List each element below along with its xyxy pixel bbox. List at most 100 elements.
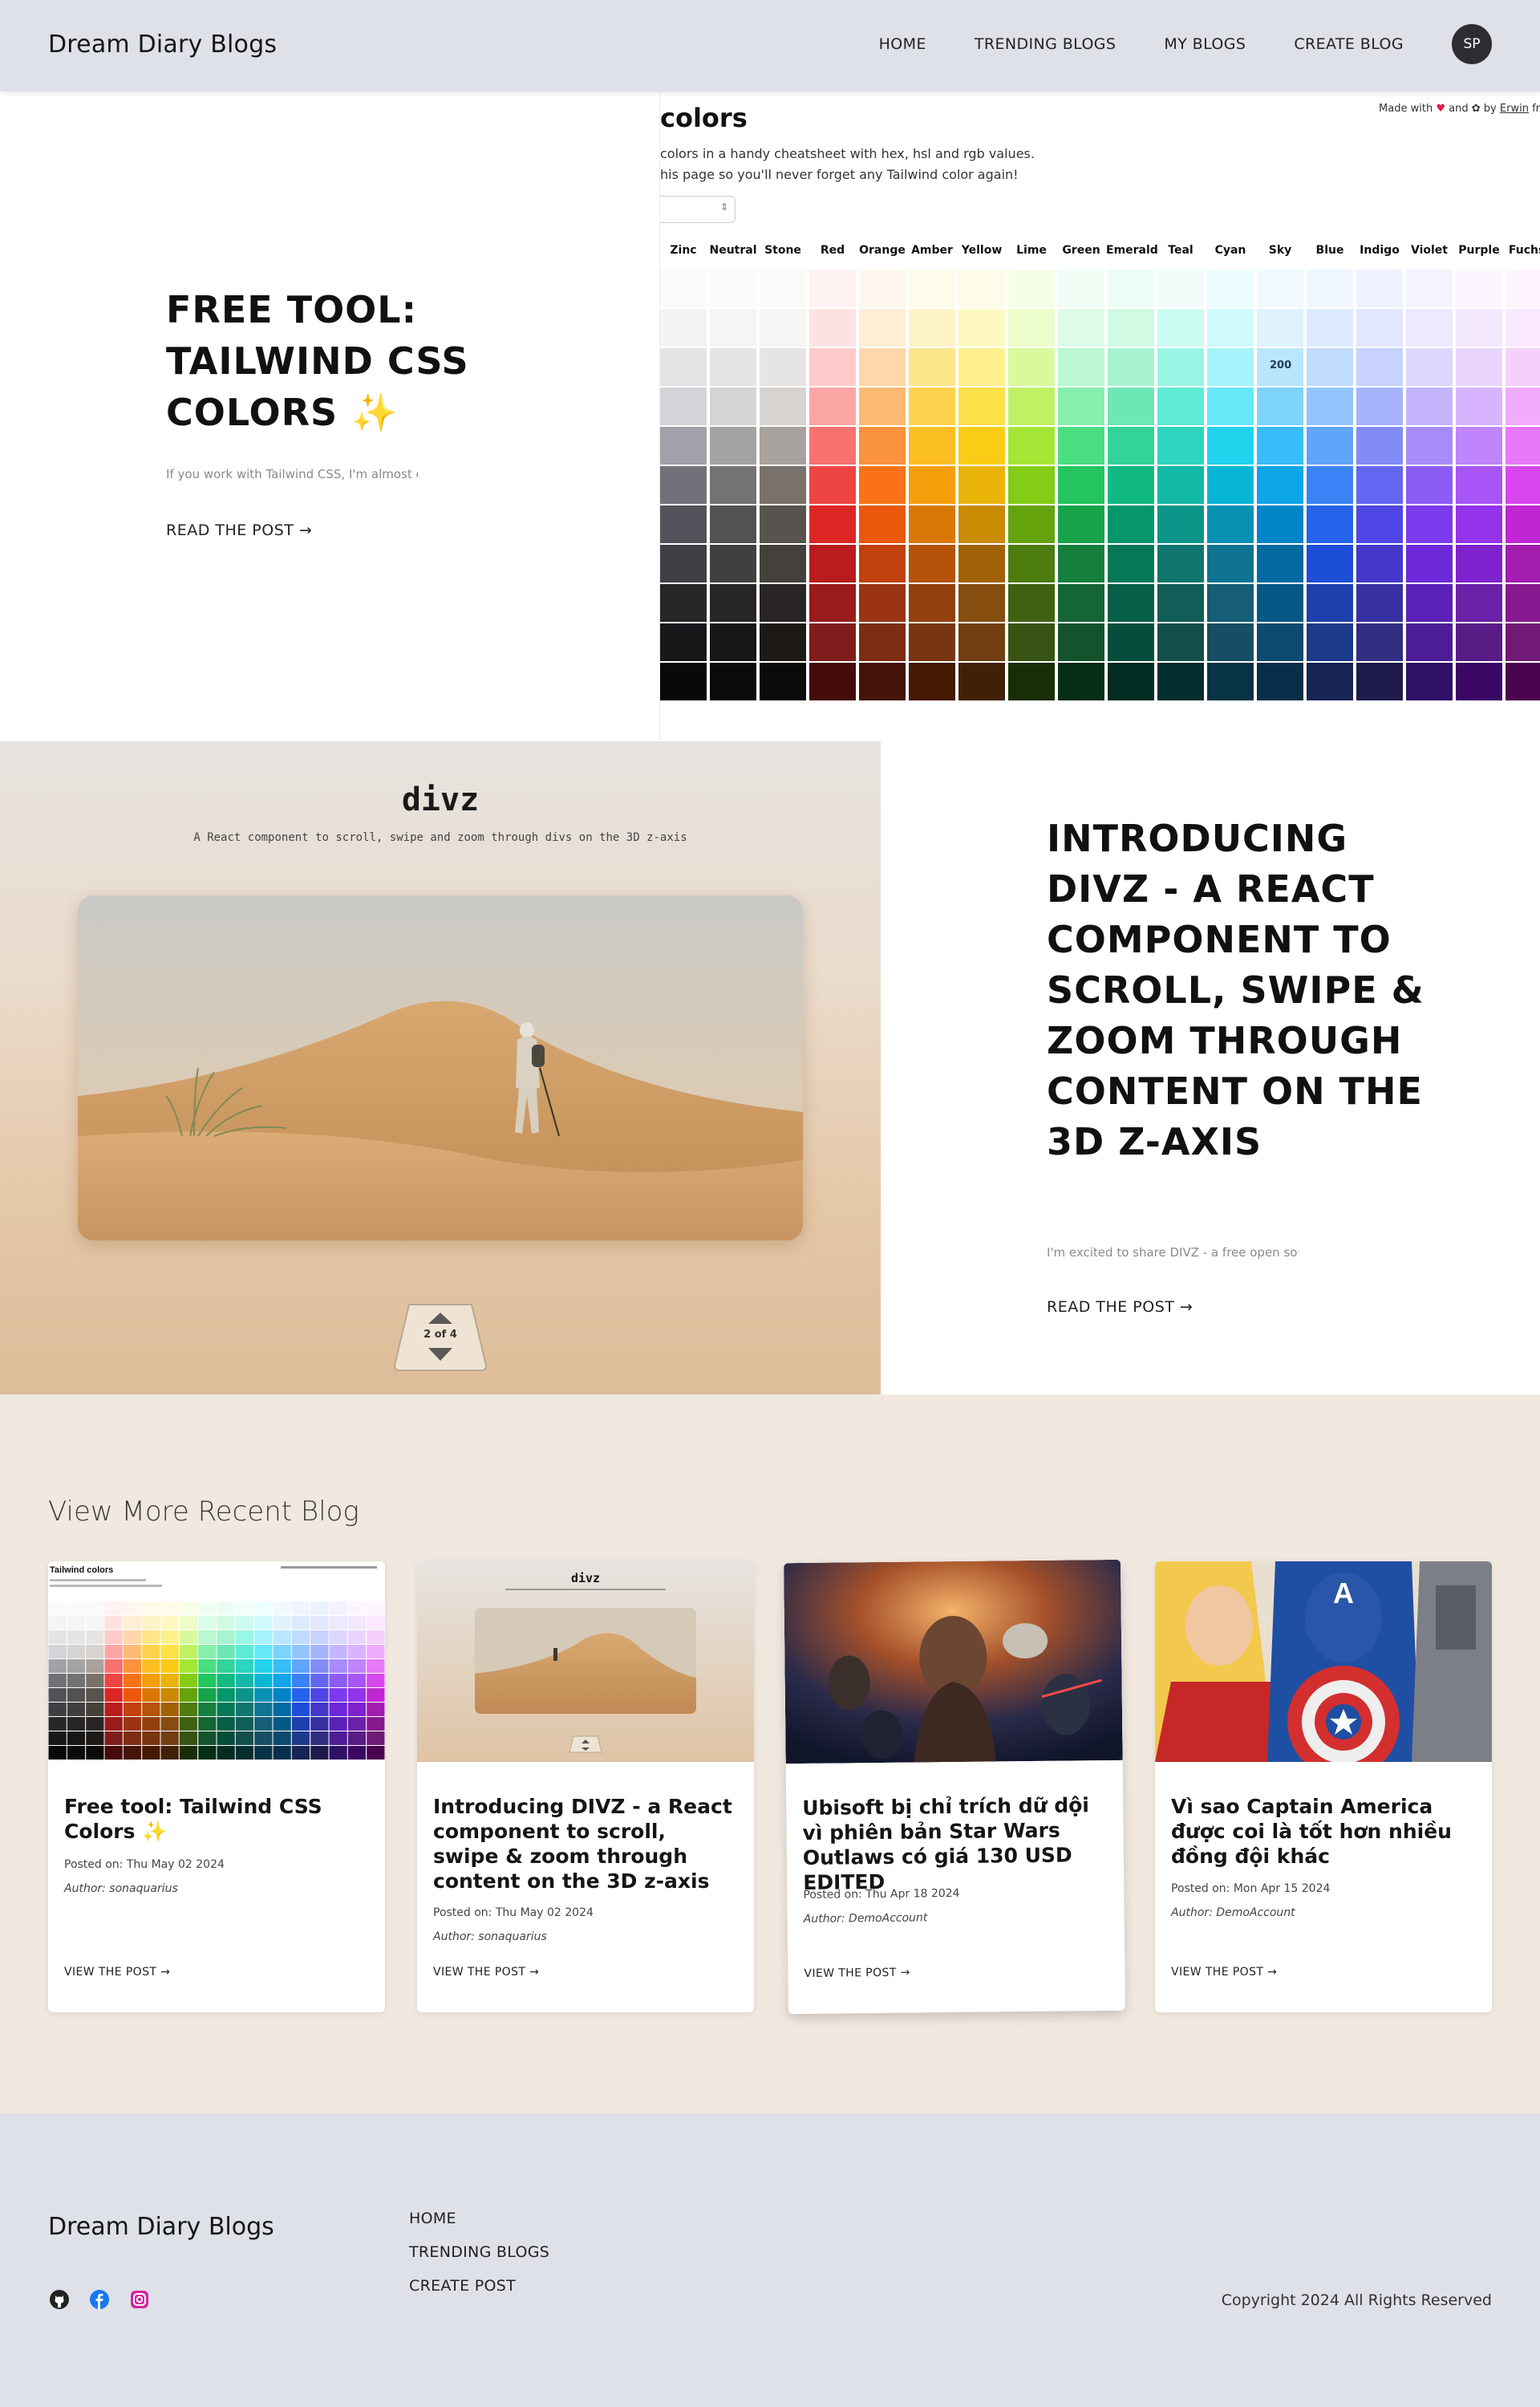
color-swatch: [809, 466, 856, 504]
color-swatch: [710, 348, 756, 386]
divz-preview-image[interactable]: divz A React component to scroll, swipe …: [0, 741, 881, 1394]
color-swatch: [1356, 584, 1403, 622]
color-swatch: [1356, 663, 1403, 700]
thumb-swatch: [160, 1688, 179, 1702]
footer-brand[interactable]: Dream Diary Blogs: [48, 2213, 274, 2241]
color-swatch: [958, 270, 1005, 307]
color-swatch: [710, 388, 756, 425]
thumb-swatch: [179, 1645, 198, 1658]
facebook-icon[interactable]: [88, 2288, 111, 2311]
blog-card[interactable]: divz Introducing DIVZ - a React componen…: [417, 1561, 754, 2012]
tailwind-colors-preview-image[interactable]: colors colors in a handy cheatsheet with…: [659, 91, 1540, 740]
thumb-swatch: [48, 1688, 67, 1702]
thumb-swatch: [142, 1616, 160, 1630]
tailwind-thumbnail: Tailwind colors: [48, 1561, 385, 1762]
color-swatch: [1008, 427, 1055, 465]
thumb-swatch: [254, 1688, 273, 1702]
color-swatch: [909, 505, 955, 543]
instagram-icon[interactable]: [128, 2288, 151, 2311]
color-swatch: [1207, 466, 1254, 504]
thumb-swatch: [291, 1731, 310, 1745]
thumb-swatch: [254, 1659, 273, 1673]
thumb-swatch: [48, 1746, 67, 1760]
card-thumbnail: [784, 1559, 1123, 1764]
color-swatch: [660, 505, 707, 543]
thumb-swatch: [217, 1703, 235, 1716]
thumb-swatch: [310, 1659, 329, 1673]
color-swatch: [958, 623, 1005, 661]
credit-truncated: fr: [1532, 103, 1540, 115]
thumb-swatch: [273, 1746, 291, 1760]
color-swatch: [1456, 466, 1502, 504]
color-column-label: Neutral: [709, 244, 757, 257]
card-author: Author: sonaquarius: [64, 1882, 178, 1895]
thumb-swatch: [48, 1616, 67, 1630]
color-swatch: [1456, 623, 1502, 661]
thumb-swatch: [160, 1717, 179, 1731]
color-swatch: [1157, 505, 1204, 543]
color-swatch: [1456, 545, 1502, 582]
footer-link-trending-blogs[interactable]: TRENDING BLOGS: [409, 2243, 549, 2261]
thumb-swatch: [291, 1601, 310, 1615]
thumb-swatch: [217, 1645, 235, 1658]
color-swatch: [660, 388, 707, 425]
thumb-swatch: [142, 1630, 160, 1644]
card-title[interactable]: Introducing DIVZ - a React component to …: [433, 1794, 738, 1894]
social-links: [48, 2288, 168, 2311]
thumb-swatch: [254, 1703, 273, 1716]
desert-dune-image: [78, 895, 803, 1240]
thumb-swatch: [291, 1717, 310, 1731]
read-the-post-link[interactable]: READ THE POST →: [166, 522, 312, 539]
color-swatch: [859, 663, 906, 700]
brand-logo[interactable]: Dream Diary Blogs: [48, 30, 277, 59]
card-thumbnail: divz: [417, 1561, 754, 1762]
thumb-swatch: [67, 1630, 86, 1644]
blog-card[interactable]: A Vì sao Captain America được coi là tốt…: [1155, 1561, 1492, 2012]
thumb-swatch: [235, 1688, 254, 1702]
color-swatch: [710, 309, 756, 347]
blog-card[interactable]: Ubisoft bị chỉ trích dữ dội vì phiên bản…: [784, 1559, 1125, 2015]
view-the-post-link[interactable]: VIEW THE POST →: [433, 1966, 539, 1979]
color-swatch: [859, 505, 906, 543]
card-title[interactable]: Free tool: Tailwind CSS Colors ✨: [64, 1794, 369, 1844]
view-the-post-link[interactable]: VIEW THE POST →: [64, 1966, 170, 1979]
thumb-swatch: [67, 1659, 86, 1673]
color-column-label: Green: [1062, 244, 1100, 257]
color-swatch: [809, 348, 856, 386]
thumb-swatch: [217, 1630, 235, 1644]
footer-link-create-post[interactable]: CREATE POST: [409, 2277, 549, 2295]
card-title[interactable]: Vì sao Captain America được coi là tốt h…: [1171, 1794, 1476, 1869]
user-avatar[interactable]: SP: [1452, 24, 1492, 64]
color-swatch: [760, 348, 806, 386]
nav-trending-blogs[interactable]: TRENDING BLOGS: [975, 35, 1116, 53]
thumb-swatch: [104, 1601, 123, 1615]
nav-create-blog[interactable]: CREATE BLOG: [1294, 35, 1404, 53]
footer-link-home[interactable]: HOME: [409, 2210, 549, 2227]
color-column-label: Stone: [764, 244, 801, 257]
thumb-swatch: [254, 1630, 273, 1644]
color-swatch: [660, 584, 707, 622]
thumb-swatch: [104, 1674, 123, 1687]
view-the-post-link[interactable]: VIEW THE POST →: [804, 1967, 910, 1980]
color-swatch: [1157, 270, 1204, 307]
github-icon[interactable]: [48, 2288, 71, 2311]
slide-navigator[interactable]: 2 of 4: [393, 1303, 488, 1372]
thumb-swatch: [142, 1746, 160, 1760]
color-swatch: [760, 584, 806, 622]
view-the-post-link[interactable]: VIEW THE POST →: [1171, 1966, 1277, 1979]
nav-my-blogs[interactable]: MY BLOGS: [1164, 35, 1246, 53]
read-the-post-link[interactable]: READ THE POST →: [1047, 1298, 1193, 1316]
sort-icon: ⇕: [719, 201, 728, 213]
blog-card[interactable]: Tailwind colors Free tool: Tailwind CSS …: [48, 1561, 385, 2012]
thumb-swatch: [48, 1731, 67, 1745]
thumb-swatch: [142, 1717, 160, 1731]
color-swatch: [1157, 545, 1204, 582]
thumb-swatch: [367, 1688, 385, 1702]
color-swatch: [1108, 348, 1154, 386]
thumb-swatch: [347, 1717, 367, 1731]
thumb-swatch: [86, 1731, 104, 1745]
color-swatch: [1406, 466, 1453, 504]
nav-home[interactable]: HOME: [879, 35, 926, 53]
card-author: Author: DemoAccount: [803, 1911, 928, 1926]
card-title[interactable]: Ubisoft bị chỉ trích dữ dội vì phiên bản…: [802, 1792, 1108, 1895]
